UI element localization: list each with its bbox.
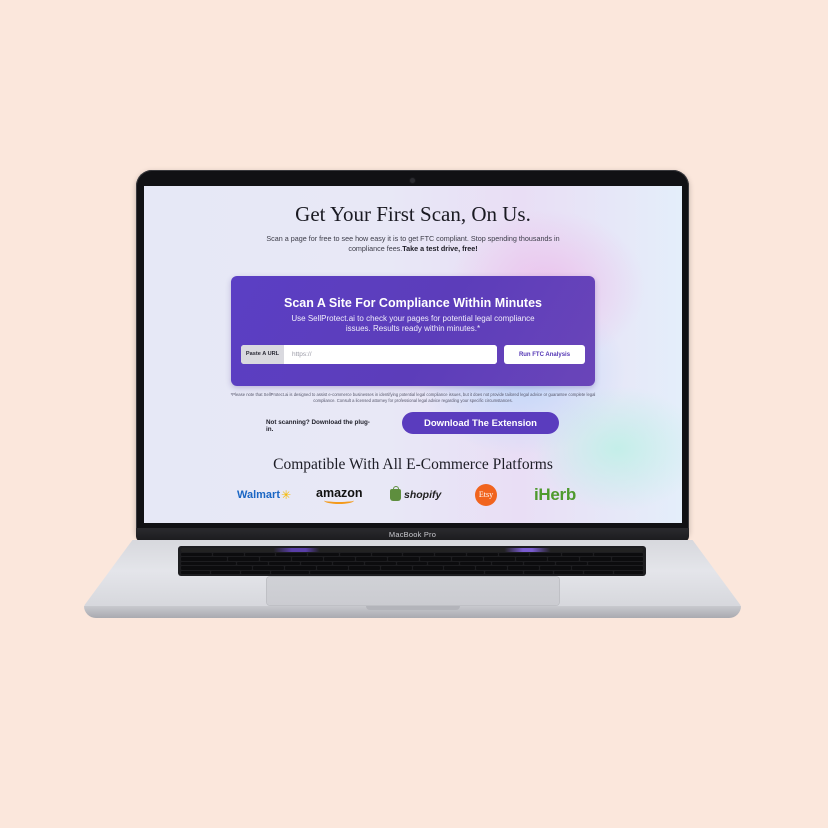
- scan-card-title: Scan A Site For Compliance Within Minute…: [283, 296, 542, 310]
- url-input[interactable]: [284, 345, 497, 364]
- laptop-screen: Get Your First Scan, On Us. Scan a page …: [144, 186, 682, 523]
- scan-card: Scan A Site For Compliance Within Minute…: [231, 276, 595, 386]
- trackpad: [267, 577, 559, 605]
- page-subtext: Scan a page for free to see how easy it …: [264, 234, 562, 254]
- shopify-wordmark: shopify: [404, 489, 442, 501]
- download-extension-button[interactable]: Download The Extension: [402, 412, 559, 434]
- amazon-logo: amazon: [316, 481, 363, 509]
- keyboard: [178, 546, 646, 576]
- run-ftc-analysis-button[interactable]: Run FTC Analysis: [504, 345, 585, 364]
- plugin-prompt: Not scanning? Download the plug-in.: [266, 419, 370, 433]
- model-label: MacBook Pro: [388, 530, 437, 539]
- lid-notch: [366, 606, 460, 610]
- etsy-logo: Etsy: [475, 481, 497, 509]
- compatible-heading: Compatible With All E-Commerce Platforms: [273, 456, 553, 473]
- walmart-wordmark: Walmart: [237, 489, 280, 501]
- iherb-wordmark: iHerb: [534, 485, 576, 504]
- webcam-icon: [410, 178, 415, 183]
- shopify-bag-icon: [390, 486, 401, 501]
- scan-card-description: Use SellProtect.ai to check your pages f…: [291, 314, 535, 333]
- walmart-logo: Walmart ✳: [237, 481, 291, 509]
- url-input-group: Paste A URL: [241, 345, 497, 364]
- shopify-logo: shopify: [390, 481, 441, 509]
- amazon-smile-icon: [324, 497, 355, 504]
- iherb-logo: iHerb: [534, 481, 576, 509]
- page-headline: Get Your First Scan, On Us.: [295, 202, 531, 226]
- etsy-circle-icon: Etsy: [475, 484, 497, 506]
- platform-logos: Walmart ✳ amazon shopify Etsy iHerb: [144, 481, 682, 509]
- walmart-spark-icon: ✳: [281, 488, 292, 502]
- url-label: Paste A URL: [241, 345, 284, 364]
- legal-disclaimer: *Please note that SellProtect.ai is desi…: [230, 392, 596, 403]
- touch-bar: [181, 548, 643, 552]
- subtext-cta: Take a test drive, free!: [402, 244, 478, 253]
